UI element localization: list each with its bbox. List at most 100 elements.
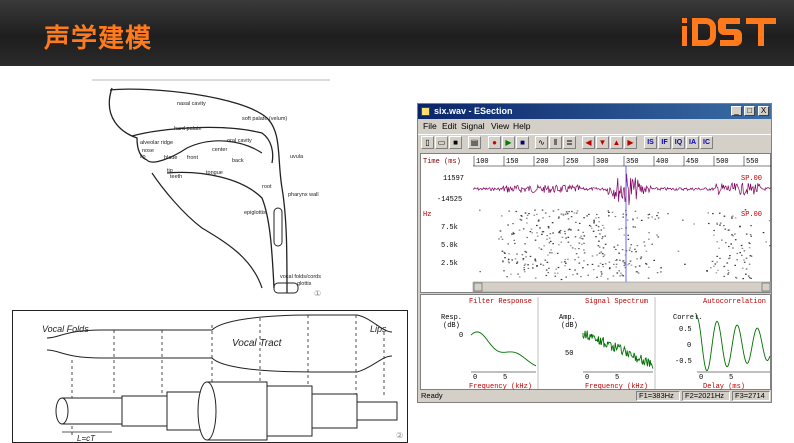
analysis-if-button[interactable]: IF (658, 136, 671, 149)
panel-ytick: 0 (459, 332, 463, 340)
status-f1: F1=383Hz (636, 391, 680, 401)
autocorrelation-curve (696, 315, 771, 372)
panel-xtick: 0 (699, 374, 703, 382)
scroll-left-button[interactable] (473, 282, 483, 292)
panel-yunit: (dB) (561, 322, 578, 330)
anatomy-label: pharynx wall (288, 192, 319, 198)
menu-bar: File Edit Signal View Help (418, 119, 771, 133)
vocal-anatomy-diagram: nasal cavity soft palate (velum) hard pa… (92, 78, 332, 303)
menu-file[interactable]: File (423, 121, 437, 131)
play-icon[interactable]: ▶ (502, 136, 515, 149)
panel-xtick: 0 (473, 374, 477, 382)
menu-signal[interactable]: Signal (461, 121, 485, 131)
time-tick-label: 200 (536, 158, 549, 166)
panel-xtick: 5 (615, 374, 619, 382)
menu-view[interactable]: View (491, 121, 509, 131)
anatomy-label: front (187, 155, 198, 161)
arrow-down-icon[interactable]: ▼ (596, 136, 609, 149)
spectrogram-channel-tag: SP.00 (741, 211, 762, 219)
slide: 声学建模 nasal cavity soft palate (velum) ha… (0, 0, 794, 443)
window-titlebar[interactable]: six.wav - ESection (418, 104, 771, 119)
filter-response-title: Filter Response (469, 298, 532, 306)
anatomy-label: soft palate (velum) (242, 116, 287, 122)
anatomy-label: hard palate (174, 126, 202, 132)
open-folder-icon[interactable]: ▭ (435, 136, 448, 149)
spectrogram-view-icon[interactable]: ⦀ (549, 136, 562, 149)
spectrogram-unit: Hz (423, 211, 431, 219)
arrow-up-icon[interactable]: ▲ (610, 136, 623, 149)
spectrogram-tick: 5.0k (441, 242, 458, 250)
status-f2: F2=2021Hz (682, 391, 730, 401)
anatomy-label: epiglottis (244, 210, 266, 216)
arrow-left-icon[interactable]: ◀ (582, 136, 595, 149)
toolbar: ▯ ▭ ■ ▤ ● ▶ ■ ∿ ⦀ ≣ ◀ ▼ ▲ ▶ IS IF IQ IA … (418, 134, 771, 151)
tube-model-diagram: Vocal Folds Vocal Tract Lips L=cT ② (12, 310, 408, 443)
spectrogram-tick: 7.5k (441, 224, 458, 232)
arrow-right-icon[interactable]: ▶ (624, 136, 637, 149)
analysis-ia-button[interactable]: IA (686, 136, 699, 149)
time-tick-label: 450 (686, 158, 699, 166)
panel-xtick: 0 (585, 374, 589, 382)
vocal-tract-label: Vocal Tract (232, 338, 283, 349)
time-tick-label: 550 (746, 158, 759, 166)
anatomy-label: alveolar ridge (140, 140, 173, 146)
panel-ylabel: Resp. (441, 314, 462, 322)
panel-ytick: 0.5 (679, 326, 692, 334)
filter-response-curve (470, 331, 537, 367)
panel-yunit: (dB) (443, 322, 460, 330)
record-icon[interactable]: ● (488, 136, 501, 149)
analysis-panels: Filter Response Signal Spectrum Autocorr… (420, 294, 771, 391)
new-file-icon[interactable]: ▯ (421, 136, 434, 149)
waveform-trace (472, 173, 771, 206)
menu-edit[interactable]: Edit (442, 121, 457, 131)
vocal-folds-label: Vocal Folds (42, 324, 89, 334)
time-tick-label: 400 (656, 158, 669, 166)
footnote-marker: ② (396, 431, 403, 440)
anatomy-label: lip (140, 154, 146, 160)
wave-channel-tag: SP.00 (741, 175, 762, 183)
anatomy-label: oral cavity (227, 138, 252, 144)
save-icon[interactable]: ■ (449, 136, 462, 149)
anatomy-label: uvula (290, 154, 304, 160)
waveform-view-icon[interactable]: ∿ (535, 136, 548, 149)
slide-title: 声学建模 (44, 24, 153, 54)
analysis-is-button[interactable]: IS (644, 136, 657, 149)
time-axis-label: Time (ms) (423, 158, 461, 166)
esection-window: six.wav - ESection _ □ X File Edit Signa… (417, 103, 772, 403)
print-icon[interactable]: ▤ (468, 136, 481, 149)
status-ready: Ready (421, 391, 443, 400)
minimize-button[interactable]: _ (731, 106, 742, 116)
footnote-marker: ① (314, 289, 321, 298)
length-formula: L=cT (77, 434, 96, 443)
wave-min-label: -14525 (437, 196, 462, 204)
lips-label: Lips (370, 324, 387, 334)
anatomy-label: teeth (170, 174, 182, 180)
time-tick-label: 100 (476, 158, 489, 166)
signal-spectrum-curve (582, 330, 654, 369)
stop-icon[interactable]: ■ (516, 136, 529, 149)
menu-help[interactable]: Help (513, 121, 530, 131)
panel-ytick: -0.5 (675, 358, 692, 366)
signal-display[interactable]: Time (ms) 100 150 200 250 300 350 400 450 500 550… (420, 153, 772, 293)
scroll-right-button[interactable] (761, 282, 771, 292)
autocorrelation-title: Autocorrelation (703, 298, 766, 306)
time-tick-label: 150 (506, 158, 519, 166)
anatomy-label: back (232, 158, 244, 164)
horizontal-scrollbar[interactable] (472, 281, 772, 293)
status-bar: Ready F1=383Hz F2=2021Hz F3=2714 (418, 390, 771, 402)
analysis-iq-button[interactable]: IQ (672, 136, 685, 149)
time-tick-label: 500 (716, 158, 729, 166)
anatomy-label: center (212, 147, 227, 153)
anatomy-label: vocal folds/cords (280, 274, 321, 280)
text-view-icon[interactable]: ≣ (563, 136, 576, 149)
spectrogram-image (479, 209, 771, 281)
time-tick-label: 250 (566, 158, 579, 166)
maximize-button[interactable]: □ (744, 106, 755, 116)
spectrogram-tick: 2.5k (441, 260, 458, 268)
signal-spectrum-title: Signal Spectrum (585, 298, 648, 306)
anatomy-label: root (262, 184, 272, 190)
time-tick-label: 350 (626, 158, 639, 166)
close-button[interactable]: X (758, 106, 769, 116)
wave-max-label: 11597 (443, 175, 464, 183)
analysis-ic-button[interactable]: IC (700, 136, 713, 149)
